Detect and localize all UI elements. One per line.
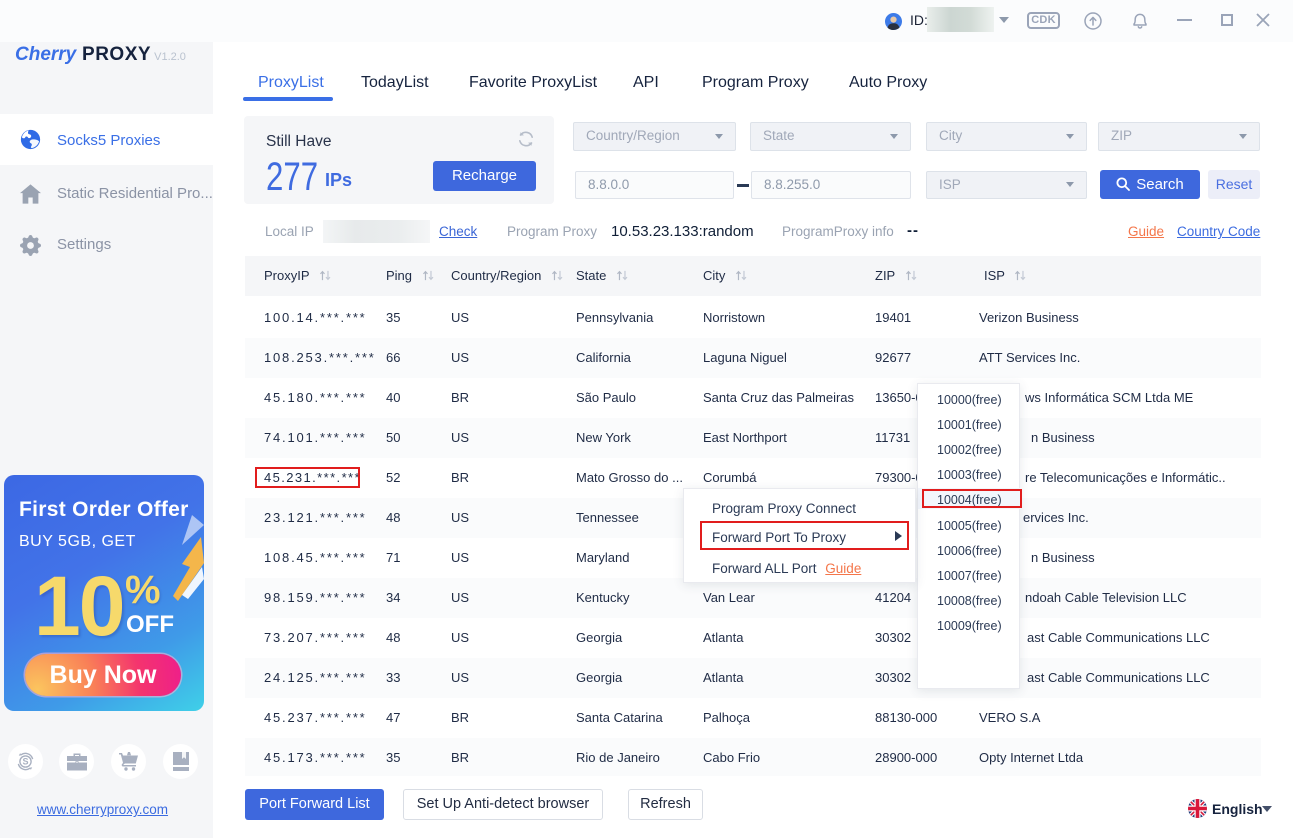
svg-text:S: S: [22, 757, 28, 767]
